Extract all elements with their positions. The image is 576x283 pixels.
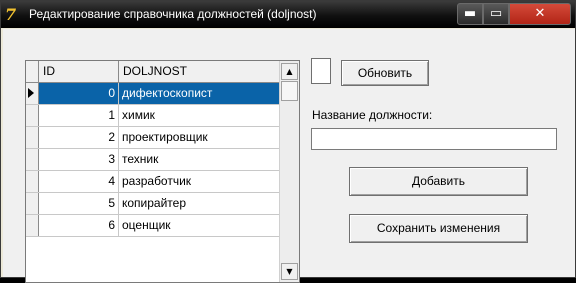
table-row[interactable]: 5 копирайтер (26, 193, 279, 215)
row-indicator (26, 127, 39, 148)
column-header-id[interactable]: ID (39, 61, 119, 82)
cell-id[interactable]: 0 (39, 83, 119, 104)
close-button[interactable]: ✕ (509, 3, 571, 25)
table-row[interactable]: 3 техник (26, 149, 279, 171)
save-changes-button[interactable]: Сохранить изменения (349, 214, 528, 243)
position-name-label: Название должности: (312, 108, 433, 122)
table-row[interactable]: 0 дифектоскопист (26, 83, 279, 105)
cell-id[interactable]: 6 (39, 215, 119, 236)
positions-grid[interactable]: ID DOLJNOST 0 дифектоскопист 1 химик 2 п… (25, 60, 300, 283)
maximize-button[interactable]: ▭ (483, 3, 509, 25)
cell-id[interactable]: 4 (39, 171, 119, 192)
row-indicator (26, 105, 39, 126)
cell-id[interactable]: 3 (39, 149, 119, 170)
checkbox[interactable] (311, 58, 331, 84)
grid-body: ID DOLJNOST 0 дифектоскопист 1 химик 2 п… (26, 61, 279, 282)
position-name-input[interactable] (311, 128, 557, 150)
row-indicator (26, 149, 39, 170)
cell-doljnost[interactable]: копирайтер (119, 193, 279, 214)
client-area: ID DOLJNOST 0 дифектоскопист 1 химик 2 п… (3, 29, 575, 283)
scroll-thumb[interactable] (281, 81, 298, 101)
cell-doljnost[interactable]: оценщик (119, 215, 279, 236)
cell-doljnost[interactable]: проектировщик (119, 127, 279, 148)
minimize-button[interactable]: ▬ (457, 3, 483, 25)
table-row[interactable]: 2 проектировщик (26, 127, 279, 149)
table-row[interactable]: 4 разработчик (26, 171, 279, 193)
table-row[interactable]: 6 оценщик (26, 215, 279, 237)
current-row-arrow-icon (28, 88, 34, 98)
cell-id[interactable]: 2 (39, 127, 119, 148)
title-bar[interactable]: 7 Редактирование справочника должностей … (1, 1, 575, 28)
row-indicator (26, 83, 39, 104)
window-title: Редактирование справочника должностей (d… (29, 7, 317, 21)
header-indicator-cell (26, 61, 39, 82)
scroll-up-icon[interactable]: ▲ (281, 63, 298, 80)
add-button[interactable]: Добавить (349, 167, 528, 196)
cell-id[interactable]: 5 (39, 193, 119, 214)
refresh-button[interactable]: Обновить (341, 60, 429, 86)
scroll-down-icon[interactable]: ▼ (281, 263, 298, 280)
grid-header: ID DOLJNOST (26, 61, 279, 83)
row-indicator (26, 215, 39, 236)
column-header-doljnost[interactable]: DOLJNOST (119, 61, 279, 82)
table-row[interactable]: 1 химик (26, 105, 279, 127)
cell-doljnost[interactable]: разработчик (119, 171, 279, 192)
row-indicator (26, 171, 39, 192)
cell-doljnost[interactable]: дифектоскопист (119, 83, 279, 104)
row-indicator (26, 193, 39, 214)
vertical-scrollbar[interactable]: ▲ ▼ (279, 61, 299, 282)
main-window: 7 Редактирование справочника должностей … (0, 0, 576, 283)
cell-doljnost[interactable]: техник (119, 149, 279, 170)
delphi-icon: 7 (5, 5, 17, 24)
cell-id[interactable]: 1 (39, 105, 119, 126)
cell-doljnost[interactable]: химик (119, 105, 279, 126)
